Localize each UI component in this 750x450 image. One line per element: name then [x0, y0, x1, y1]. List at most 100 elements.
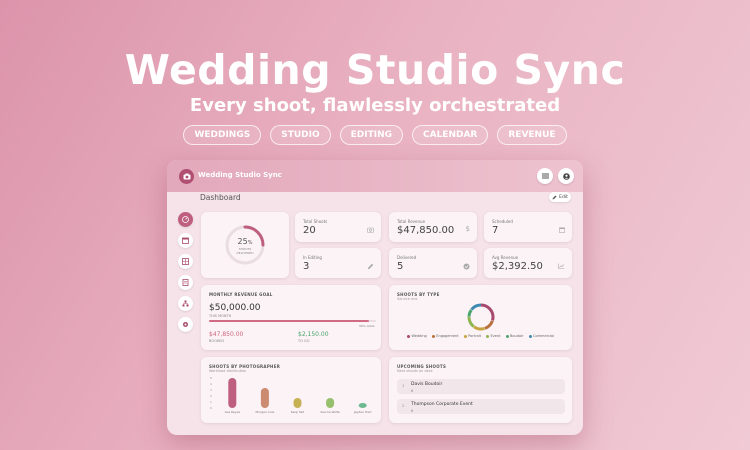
legend-item: Engagement	[431, 334, 459, 338]
progress-unit: %	[247, 240, 253, 246]
calendar-icon	[559, 227, 565, 233]
stat-value: 3	[303, 261, 310, 272]
togo-label: TO GO	[298, 339, 310, 343]
user-icon	[562, 172, 570, 180]
edit-label: Edit	[559, 194, 568, 200]
legend-label: Engagement	[436, 334, 459, 338]
upcoming-item-detail: 6	[411, 388, 414, 393]
menu-icon	[541, 173, 549, 179]
legend-dot	[505, 334, 509, 338]
legend-dot	[407, 334, 410, 338]
legend-label: Commercial	[533, 334, 554, 338]
stat-value: $47,850.00	[397, 225, 455, 236]
stat-value: $2,392.50	[492, 261, 543, 272]
pencil-icon	[367, 263, 374, 270]
stat-card-total-revenue: Total Revenue $47,850.00 $	[389, 212, 477, 242]
revenue-goal-bar-fill	[209, 320, 370, 322]
booked-label: BOOKED	[209, 339, 225, 343]
revenue-goal-card: MONTHLY REVENUE GOAL $50,000.00 THIS MON…	[201, 285, 381, 350]
legend-dot	[528, 334, 532, 338]
progress-percent: 25%	[201, 237, 289, 246]
schedule-icon	[182, 279, 189, 286]
y-tick-label: 6	[210, 376, 212, 380]
togo-value: $2,150.00	[298, 331, 329, 338]
legend-item: Portrait	[463, 334, 481, 338]
shoots-by-type-legend: Wedding Engagement Portrait Event Boudoi…	[389, 334, 572, 338]
y-tick-label: 4	[210, 382, 212, 386]
legend-item: Commercial	[528, 334, 554, 338]
app-title: Wedding Studio Sync	[198, 171, 282, 179]
legend-label: Event	[490, 334, 501, 338]
feature-pills: WEDDINGS STUDIO EDITING CALENDAR REVENUE	[0, 125, 750, 145]
nav-dashboard[interactable]	[178, 212, 193, 227]
app-window: Wedding Studio Sync Dashboard Edit 25% S…	[167, 160, 583, 435]
revenue-goal-title: MONTHLY REVENUE GOAL	[209, 292, 273, 297]
upcoming-item-number: 2	[402, 404, 405, 408]
menu-button[interactable]	[537, 168, 553, 184]
bar-morgan-cole	[260, 388, 269, 408]
calendar-grid-icon	[182, 258, 189, 265]
stat-label: Total Shoots	[303, 219, 328, 224]
progress-caption-2: DELIVERED	[236, 251, 254, 255]
photographer-bar-chart: 6 4 3 2 1 0 Ava Reyes Morgan Cole Kenji Tait Sien…	[210, 376, 372, 414]
y-tick-label: 3	[210, 388, 212, 392]
nav-team[interactable]	[178, 296, 193, 311]
revenue-goal-percent: 96% GOAL	[359, 324, 375, 328]
y-tick-label: 2	[210, 394, 212, 398]
x-tick-label: Sienna Wolfe	[320, 410, 340, 414]
camera-logo-icon	[179, 169, 194, 184]
legend-label: Boudoir	[510, 334, 524, 338]
stat-card-avg-revenue: Avg Revenue $2,392.50	[484, 248, 572, 278]
stat-label: In Editing	[303, 255, 322, 260]
stat-value: 5	[397, 261, 404, 272]
shoots-by-type-subtitle: Service mix	[397, 297, 418, 301]
stat-label: Total Revenue	[397, 219, 426, 224]
revenue-goal-caption: THIS MONTH	[209, 314, 232, 318]
edit-button[interactable]: Edit	[549, 192, 571, 202]
bar-ava-reyes	[228, 378, 237, 408]
bar-sienna-wolfe	[326, 398, 335, 408]
stat-card-in-editing: In Editing 3	[295, 248, 381, 278]
nav-settings[interactable]	[178, 317, 193, 332]
page-title: Dashboard	[200, 193, 241, 202]
stat-label: Delivered	[397, 255, 417, 260]
settings-icon	[183, 322, 188, 327]
nav-planner[interactable]	[178, 254, 193, 269]
camera-icon	[367, 227, 374, 233]
x-tick-label: Kenji Tait	[291, 410, 305, 414]
upcoming-item-name: Thompson Corporate Event	[411, 402, 473, 407]
revenue-goal-bar	[209, 320, 376, 322]
legend-item: Event	[485, 334, 501, 338]
progress-value: 25	[237, 237, 248, 246]
stat-value: 20	[303, 225, 316, 236]
legend-label: Portrait	[468, 334, 481, 338]
legend-dot	[485, 334, 489, 338]
pill-studio: STUDIO	[270, 125, 331, 145]
bar-kenji-tait	[293, 398, 302, 408]
upcoming-item[interactable]: 1 Davis Boudoir 6	[397, 379, 565, 394]
profile-button[interactable]	[558, 168, 574, 184]
app-header: Wedding Studio Sync	[167, 160, 583, 192]
legend-label: Wedding	[411, 334, 427, 338]
stat-value: 7	[492, 225, 499, 236]
check-icon	[463, 263, 470, 270]
x-tick-label: Morgan Cole	[255, 410, 274, 414]
x-tick-label: Jayden Hart	[353, 410, 372, 414]
upcoming-item-name: Davis Boudoir	[411, 382, 443, 387]
nav-schedule[interactable]	[178, 275, 193, 290]
shoots-by-type-donut	[467, 303, 495, 331]
legend-item: Wedding	[407, 334, 427, 338]
y-tick-label: 0	[210, 406, 212, 410]
nav-calendar[interactable]	[178, 233, 193, 248]
legend-item: Boudoir	[505, 334, 524, 338]
legend-dot	[463, 334, 467, 338]
upcoming-item-number: 1	[402, 384, 405, 388]
upcoming-subtitle: Next shoots on deck	[397, 369, 433, 373]
stat-label: Scheduled	[492, 219, 513, 224]
delivery-progress-card: 25% SHOOTS DELIVERED	[201, 212, 289, 278]
booked-value: $47,850.00	[209, 331, 244, 338]
upcoming-item[interactable]: 2 Thompson Corporate Event 6	[397, 399, 565, 414]
team-icon	[182, 300, 189, 307]
stat-card-total-shoots: Total Shoots 20	[295, 212, 381, 242]
stat-label: Avg Revenue	[492, 255, 519, 260]
